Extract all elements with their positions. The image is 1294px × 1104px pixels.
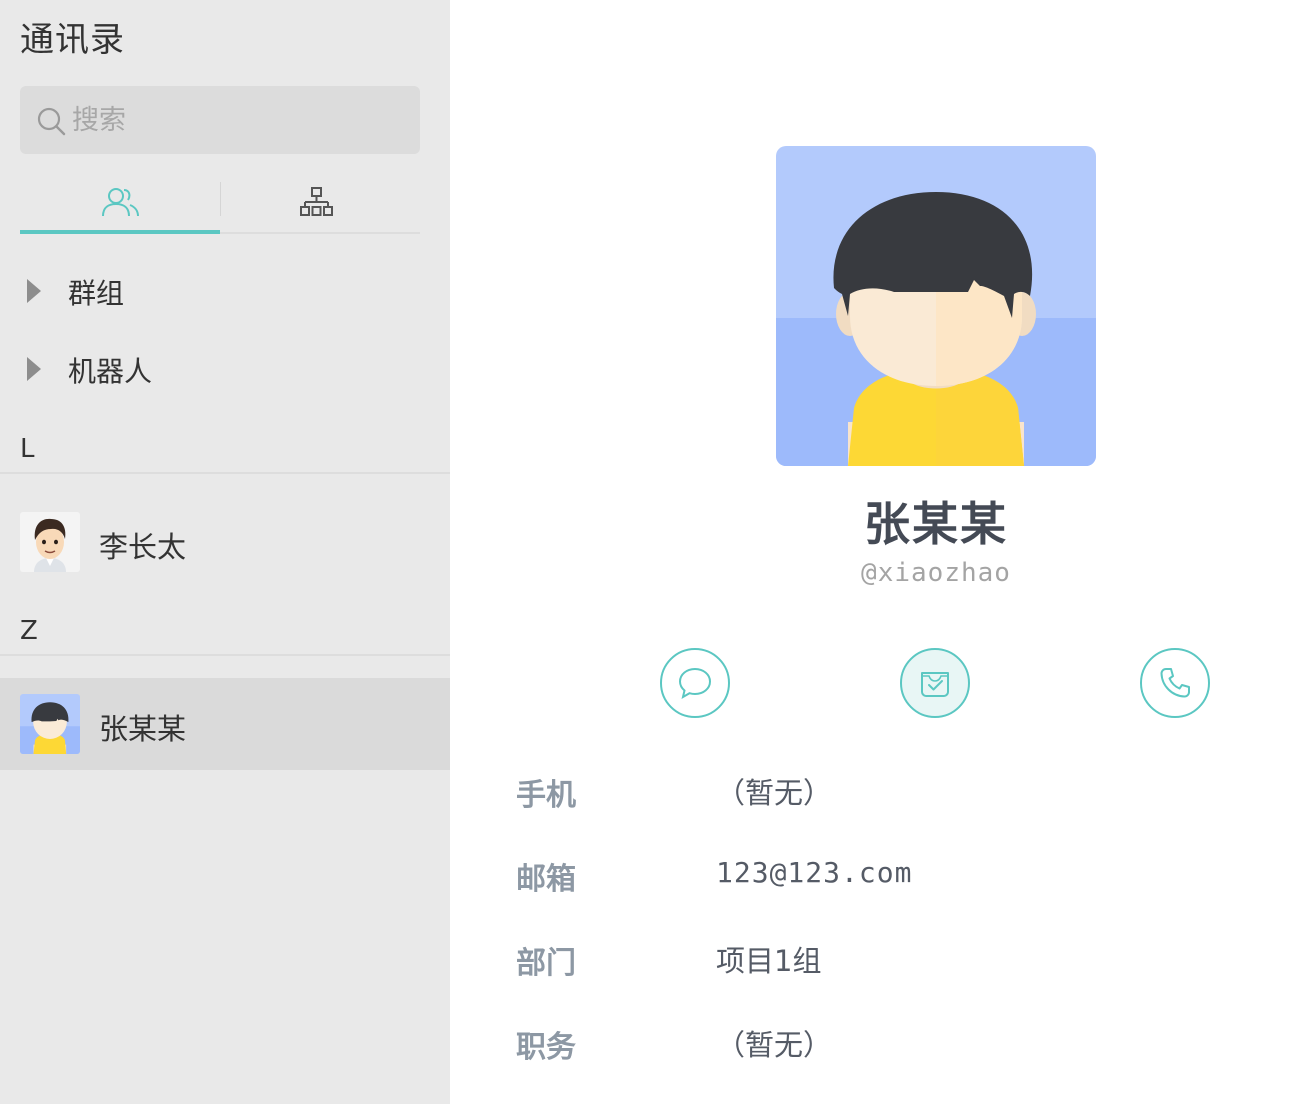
sidebar-tabs: [20, 172, 420, 234]
inbox-check-icon: [921, 672, 949, 697]
field-value: （暂无）: [716, 776, 833, 810]
group-item-label: 机器人: [68, 355, 153, 388]
contact-username: @xiaozhao: [861, 558, 1011, 588]
chat-bubble-icon: [678, 667, 712, 700]
avatar: [20, 694, 80, 754]
message-button[interactable]: [660, 648, 730, 718]
field-position: 职务 （暂无）: [516, 1022, 1216, 1072]
field-label: 手机: [516, 778, 576, 813]
contact-display-name: 张某某: [864, 497, 1008, 551]
section-header-l: L: [0, 432, 450, 474]
field-value: 123@123.com: [716, 856, 913, 889]
field-label: 部门: [516, 946, 576, 981]
field-department: 部门 项目1组: [516, 938, 1216, 988]
field-label: 邮箱: [516, 862, 576, 897]
profile-avatar: [776, 146, 1096, 466]
group-item-robots[interactable]: 机器人: [0, 334, 450, 404]
tab-contacts[interactable]: [20, 172, 220, 234]
contact-name: 李长太: [99, 530, 187, 564]
search-box[interactable]: [20, 86, 420, 154]
contact-row[interactable]: 张某某: [0, 678, 450, 770]
search-input[interactable]: [72, 86, 402, 154]
tasks-button[interactable]: [900, 648, 970, 718]
caret-right-icon: [27, 279, 41, 303]
caret-right-icon: [27, 357, 41, 381]
contact-detail-panel: 张某某 @xiaozhao 手机 （暂无） 邮箱 123@123.com 部门 …: [450, 0, 1294, 1104]
field-value: 项目1组: [716, 944, 822, 978]
contact-row[interactable]: 李长太: [0, 496, 450, 588]
sidebar-title: 通讯录: [20, 20, 125, 60]
sidebar: 通讯录 搜索 群组 机器人 L 李长太 Z 张某某: [0, 0, 450, 1104]
org-chart-icon: [300, 187, 333, 216]
avatar: [20, 512, 80, 572]
group-item-label: 群组: [68, 277, 125, 310]
tab-organization[interactable]: [220, 172, 420, 232]
phone-icon: [1160, 668, 1190, 698]
field-label: 职务: [516, 1030, 576, 1065]
boy-yellow-shirt-avatar-icon: [20, 694, 80, 754]
field-email: 邮箱 123@123.com: [516, 854, 1216, 904]
people-icon: [102, 188, 139, 217]
search-icon: [37, 107, 66, 136]
field-mobile: 手机 （暂无）: [516, 770, 1216, 820]
section-letter: Z: [20, 616, 38, 646]
boy-yellow-shirt-avatar-icon: [776, 146, 1096, 466]
group-item-groups[interactable]: 群组: [0, 256, 450, 326]
field-value: （暂无）: [716, 1028, 833, 1062]
section-letter: L: [20, 434, 35, 464]
section-header-z: Z: [0, 614, 450, 656]
man-cartoon-avatar-icon: [20, 512, 80, 572]
call-button[interactable]: [1140, 648, 1210, 718]
contact-name: 张某某: [99, 712, 187, 746]
